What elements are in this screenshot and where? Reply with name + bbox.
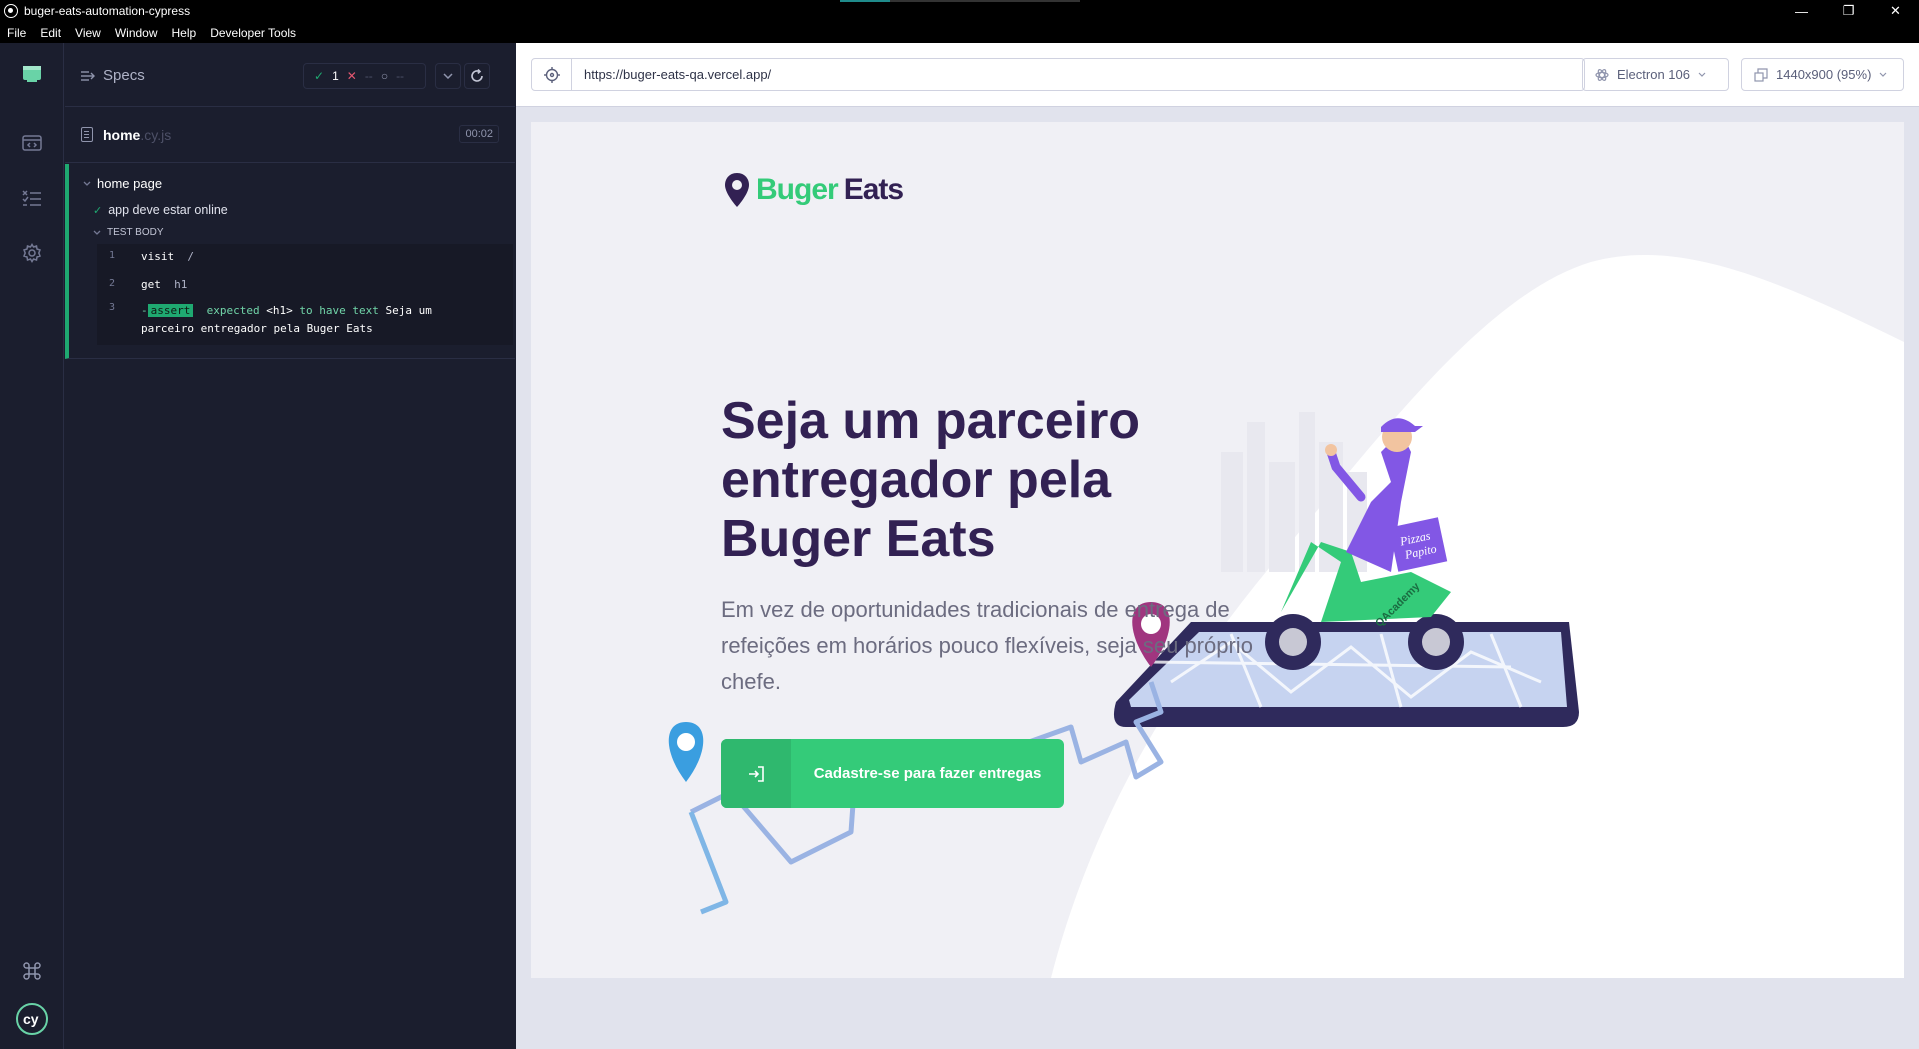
command-row[interactable]: 2 get h1 (97, 278, 513, 298)
spec-file-ext: .cy.js (140, 126, 172, 143)
logo-text-eats: Eats (843, 173, 904, 206)
specs-label: Specs (103, 67, 145, 84)
specs-toggle[interactable]: Specs (81, 67, 145, 84)
location-pin-icon (725, 173, 749, 207)
menu-bar: File Edit View Window Help Developer Too… (0, 22, 1919, 43)
svg-text:cy: cy (23, 1011, 39, 1027)
cypress-project-icon[interactable] (20, 62, 44, 86)
viewport-icon (1754, 67, 1768, 82)
browser-name: Electron 106 (1617, 67, 1690, 82)
app-icon (4, 4, 18, 18)
pending-circle-icon: ○ (380, 69, 389, 83)
signup-button-label: Cadastre-se para fazer entregas (813, 765, 1042, 782)
command-name: get (141, 278, 161, 291)
browser-selector[interactable]: Electron 106 (1582, 58, 1729, 91)
command-message: h1 (174, 278, 188, 291)
specs-nav-icon[interactable] (20, 131, 44, 155)
assert-matcher: to have text (299, 304, 379, 317)
title-accent (840, 0, 890, 2)
command-row[interactable]: 3 - assert expected <h1> to have text Sej… (97, 302, 513, 342)
menu-view[interactable]: View (68, 26, 108, 40)
sign-in-icon (721, 739, 791, 808)
command-content: visit / (141, 250, 194, 263)
url-text: https://buger-eats-qa.vercel.app/ (584, 67, 772, 82)
keyboard-shortcuts-icon[interactable] (20, 959, 44, 983)
assert-expected: expected (206, 304, 260, 317)
test-body-toggle[interactable]: TEST BODY (93, 227, 164, 238)
reporter-panel: Specs ✓ 1 ✕ -- ○ -- home .cy.js 00:02 ho… (65, 43, 515, 1049)
runs-nav-icon[interactable] (20, 186, 44, 210)
app-under-test-panel: https://buger-eats-qa.vercel.app/ Electr… (516, 43, 1919, 1049)
refresh-icon (471, 69, 483, 82)
test-suite: home page ✓ app deve estar online TEST B… (65, 164, 515, 359)
test-item[interactable]: ✓ app deve estar online (93, 203, 228, 217)
selector-playground-button[interactable] (532, 59, 572, 90)
assert-subject: <h1> (266, 304, 293, 317)
close-button[interactable]: ✕ (1872, 0, 1919, 22)
command-number: 2 (109, 278, 116, 289)
spec-file-row: home .cy.js 00:02 (65, 107, 515, 163)
viewport-size: 1440x900 (95%) (1776, 67, 1872, 82)
aut-toolbar: https://buger-eats-qa.vercel.app/ Electr… (516, 43, 1919, 107)
assert-prefix: - (141, 304, 148, 317)
passed-check-icon: ✓ (93, 204, 103, 217)
chevron-down-icon (1698, 72, 1706, 77)
test-stats: ✓ 1 ✕ -- ○ -- (303, 63, 426, 89)
hero-description: Em vez de oportunidades tradicionais de … (721, 597, 1253, 694)
suite-toggle[interactable]: home page (83, 176, 162, 191)
collapse-all-button[interactable] (435, 63, 461, 89)
viewport-selector[interactable]: 1440x900 (95%) (1741, 58, 1904, 91)
suite-title: home page (97, 176, 163, 191)
specs-list-icon (81, 70, 95, 81)
menu-window[interactable]: Window (108, 26, 165, 40)
command-message: / (187, 250, 194, 263)
nav-rail: cy (0, 43, 64, 1049)
crosshair-icon (543, 66, 560, 83)
rerun-button[interactable] (464, 63, 490, 89)
test-body-label: TEST BODY (107, 227, 164, 238)
spec-duration: 00:02 (459, 125, 499, 143)
chevron-down-icon (93, 230, 101, 235)
url-bar[interactable]: https://buger-eats-qa.vercel.app/ (531, 58, 1585, 91)
hero-title: Seja um parceiro entregador pela Buger E… (721, 392, 1141, 568)
chevron-down-icon (1879, 72, 1887, 77)
spec-file-name: home (103, 126, 141, 143)
menu-help[interactable]: Help (165, 26, 204, 40)
passed-check-icon: ✓ (314, 69, 325, 83)
reporter-header: Specs ✓ 1 ✕ -- ○ -- (65, 43, 515, 107)
menu-developer-tools[interactable]: Developer Tools (203, 26, 303, 40)
passed-count: 1 (332, 69, 339, 83)
aut-viewport: Pizzas Papito QAcademy Buger Eats Seja um… (531, 122, 1904, 978)
signup-deliveries-button[interactable]: Cadastre-se para fazer entregas (721, 739, 1064, 808)
restore-button[interactable]: ❐ (1825, 0, 1872, 22)
pending-count: -- (396, 69, 405, 83)
command-log: 1 visit / 2 get h1 3 - assert expected <… (97, 244, 513, 345)
command-content: get h1 (141, 278, 187, 291)
chevron-down-icon (443, 73, 453, 79)
settings-gear-icon[interactable] (20, 241, 44, 265)
minimize-button[interactable]: — (1778, 0, 1825, 22)
buger-eats-logo: Buger Eats (724, 172, 904, 208)
failed-x-icon: ✕ (346, 69, 357, 83)
chevron-down-icon (83, 181, 91, 186)
menu-edit[interactable]: Edit (33, 26, 68, 40)
document-icon (81, 127, 93, 142)
window-titlebar: buger-eats-automation-cypress — ❐ ✕ (0, 0, 1919, 22)
assert-badge: assert (147, 304, 194, 317)
command-number: 3 (109, 302, 116, 313)
test-title: app deve estar online (108, 203, 228, 217)
logo-text-buger: Buger (756, 173, 839, 206)
assert-content: - assert expected <h1> to have text Seja … (141, 302, 481, 338)
electron-icon (1595, 68, 1609, 81)
failed-count: -- (364, 69, 373, 83)
command-row[interactable]: 1 visit / (97, 250, 513, 270)
window-title: buger-eats-automation-cypress (24, 4, 191, 18)
menu-file[interactable]: File (0, 26, 33, 40)
window-controls: — ❐ ✕ (1778, 0, 1919, 22)
cypress-logo-icon: cy (14, 1001, 50, 1037)
command-number: 1 (109, 250, 116, 261)
title-accent-track (890, 0, 1080, 2)
command-name: visit (141, 250, 175, 263)
